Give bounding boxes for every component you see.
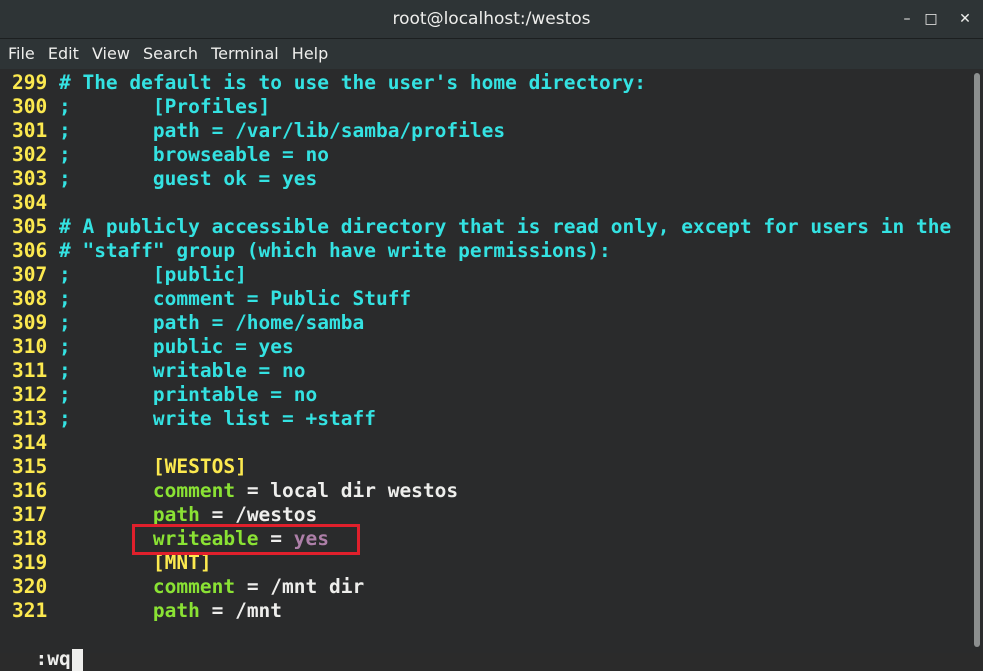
line-number: 300 <box>12 95 59 118</box>
scrollbar-thumb[interactable] <box>974 73 980 647</box>
code-text: path <box>152 503 200 526</box>
code-text: ; path = /var/lib/samba/profiles <box>58 119 506 142</box>
menu-help[interactable]: Help <box>284 39 334 69</box>
code-text: ; [Profiles] <box>58 95 271 118</box>
code-line: 300 ; [Profiles] <box>12 95 270 119</box>
window-title: root@localhost:/westos <box>392 9 591 29</box>
line-number: 306 <box>12 239 59 262</box>
code-line: 316 comment = local dir westos <box>12 479 458 503</box>
line-number: 313 <box>12 407 59 430</box>
code-line: 321 path = /mnt <box>12 599 282 623</box>
code-line: 301 ; path = /var/lib/samba/profiles <box>12 119 505 143</box>
code-line: 309 ; path = /home/samba <box>12 311 364 335</box>
code-line: 304 <box>12 191 59 215</box>
minimize-icon[interactable]: – <box>897 9 917 29</box>
code-text: ; public = yes <box>58 335 294 358</box>
terminal-text-area[interactable]: 299 # The default is to use the user's h… <box>0 69 972 653</box>
line-number: 303 <box>12 167 59 190</box>
menu-view[interactable]: View <box>84 39 136 69</box>
code-text: # The default is to use the user's home … <box>58 71 646 94</box>
code-text: # A publicly accessible directory that i… <box>58 215 952 238</box>
code-text: comment <box>152 479 236 502</box>
line-number: 316 <box>12 479 59 502</box>
line-number: 312 <box>12 383 59 406</box>
code-line: 306 # "staff" group (which have write pe… <box>12 239 611 263</box>
window-titlebar[interactable]: root@localhost:/westos – □ ✕ <box>0 0 983 39</box>
code-text: ; guest ok = yes <box>58 167 318 190</box>
line-number: 314 <box>12 431 59 454</box>
code-line: 311 ; writable = no <box>12 359 306 383</box>
line-number: 308 <box>12 287 59 310</box>
code-text: = local dir westos <box>235 479 459 502</box>
line-number: 317 <box>12 503 59 526</box>
code-line: 307 ; [public] <box>12 263 247 287</box>
highlight-box <box>132 524 360 555</box>
code-text: ; write list = +staff <box>58 407 376 430</box>
code-line: 302 ; browseable = no <box>12 143 329 167</box>
code-text: # "staff" group (which have write permis… <box>58 239 611 262</box>
close-icon[interactable]: ✕ <box>955 9 975 29</box>
code-text: ; writable = no <box>58 359 306 382</box>
code-text: ; browseable = no <box>58 143 329 166</box>
code-line: 299 # The default is to use the user's h… <box>12 71 646 95</box>
code-line: 313 ; write list = +staff <box>12 407 376 431</box>
line-number: 319 <box>12 551 59 574</box>
cursor <box>71 648 83 671</box>
menu-file[interactable]: File <box>0 39 41 69</box>
code-line: 312 ; printable = no <box>12 383 317 407</box>
maximize-icon[interactable]: □ <box>921 9 941 29</box>
scrollbar[interactable] <box>972 69 983 653</box>
line-number: 310 <box>12 335 59 358</box>
vim-command: :wq <box>35 647 71 670</box>
code-text: ; comment = Public Stuff <box>58 287 412 310</box>
code-text: ; printable = no <box>58 383 318 406</box>
code-text: = /mnt dir <box>235 575 365 598</box>
line-number: 304 <box>12 191 59 214</box>
line-number: 302 <box>12 143 59 166</box>
line-number: 309 <box>12 311 59 334</box>
code-line: 303 ; guest ok = yes <box>12 167 317 191</box>
menu-bar: File Edit View Search Terminal Help <box>0 39 983 69</box>
code-text: = /westos <box>199 503 318 526</box>
line-number: 311 <box>12 359 59 382</box>
code-line: 315 [WESTOS] <box>12 455 247 479</box>
menu-terminal[interactable]: Terminal <box>203 39 285 69</box>
code-text: = /mnt <box>199 599 283 622</box>
code-text: comment <box>152 575 236 598</box>
code-line: 308 ; comment = Public Stuff <box>12 287 411 311</box>
line-number: 299 <box>12 71 59 94</box>
code-line: 305 # A publicly accessible directory th… <box>12 215 951 239</box>
line-number: 307 <box>12 263 59 286</box>
line-number: 315 <box>12 455 59 478</box>
code-text: [WESTOS] <box>152 455 247 478</box>
code-line: 314 <box>12 431 59 455</box>
line-number: 305 <box>12 215 59 238</box>
code-text: ; [public] <box>58 263 247 286</box>
line-number: 301 <box>12 119 59 142</box>
line-number: 321 <box>12 599 59 622</box>
vim-command-line[interactable]: :wq <box>12 623 83 671</box>
code-text: path <box>152 599 200 622</box>
menu-edit[interactable]: Edit <box>40 39 85 69</box>
line-number: 320 <box>12 575 59 598</box>
code-line: 310 ; public = yes <box>12 335 294 359</box>
line-number: 318 <box>12 527 59 550</box>
code-text: ; path = /home/samba <box>58 311 365 334</box>
code-line: 320 comment = /mnt dir <box>12 575 364 599</box>
menu-search[interactable]: Search <box>135 39 204 69</box>
